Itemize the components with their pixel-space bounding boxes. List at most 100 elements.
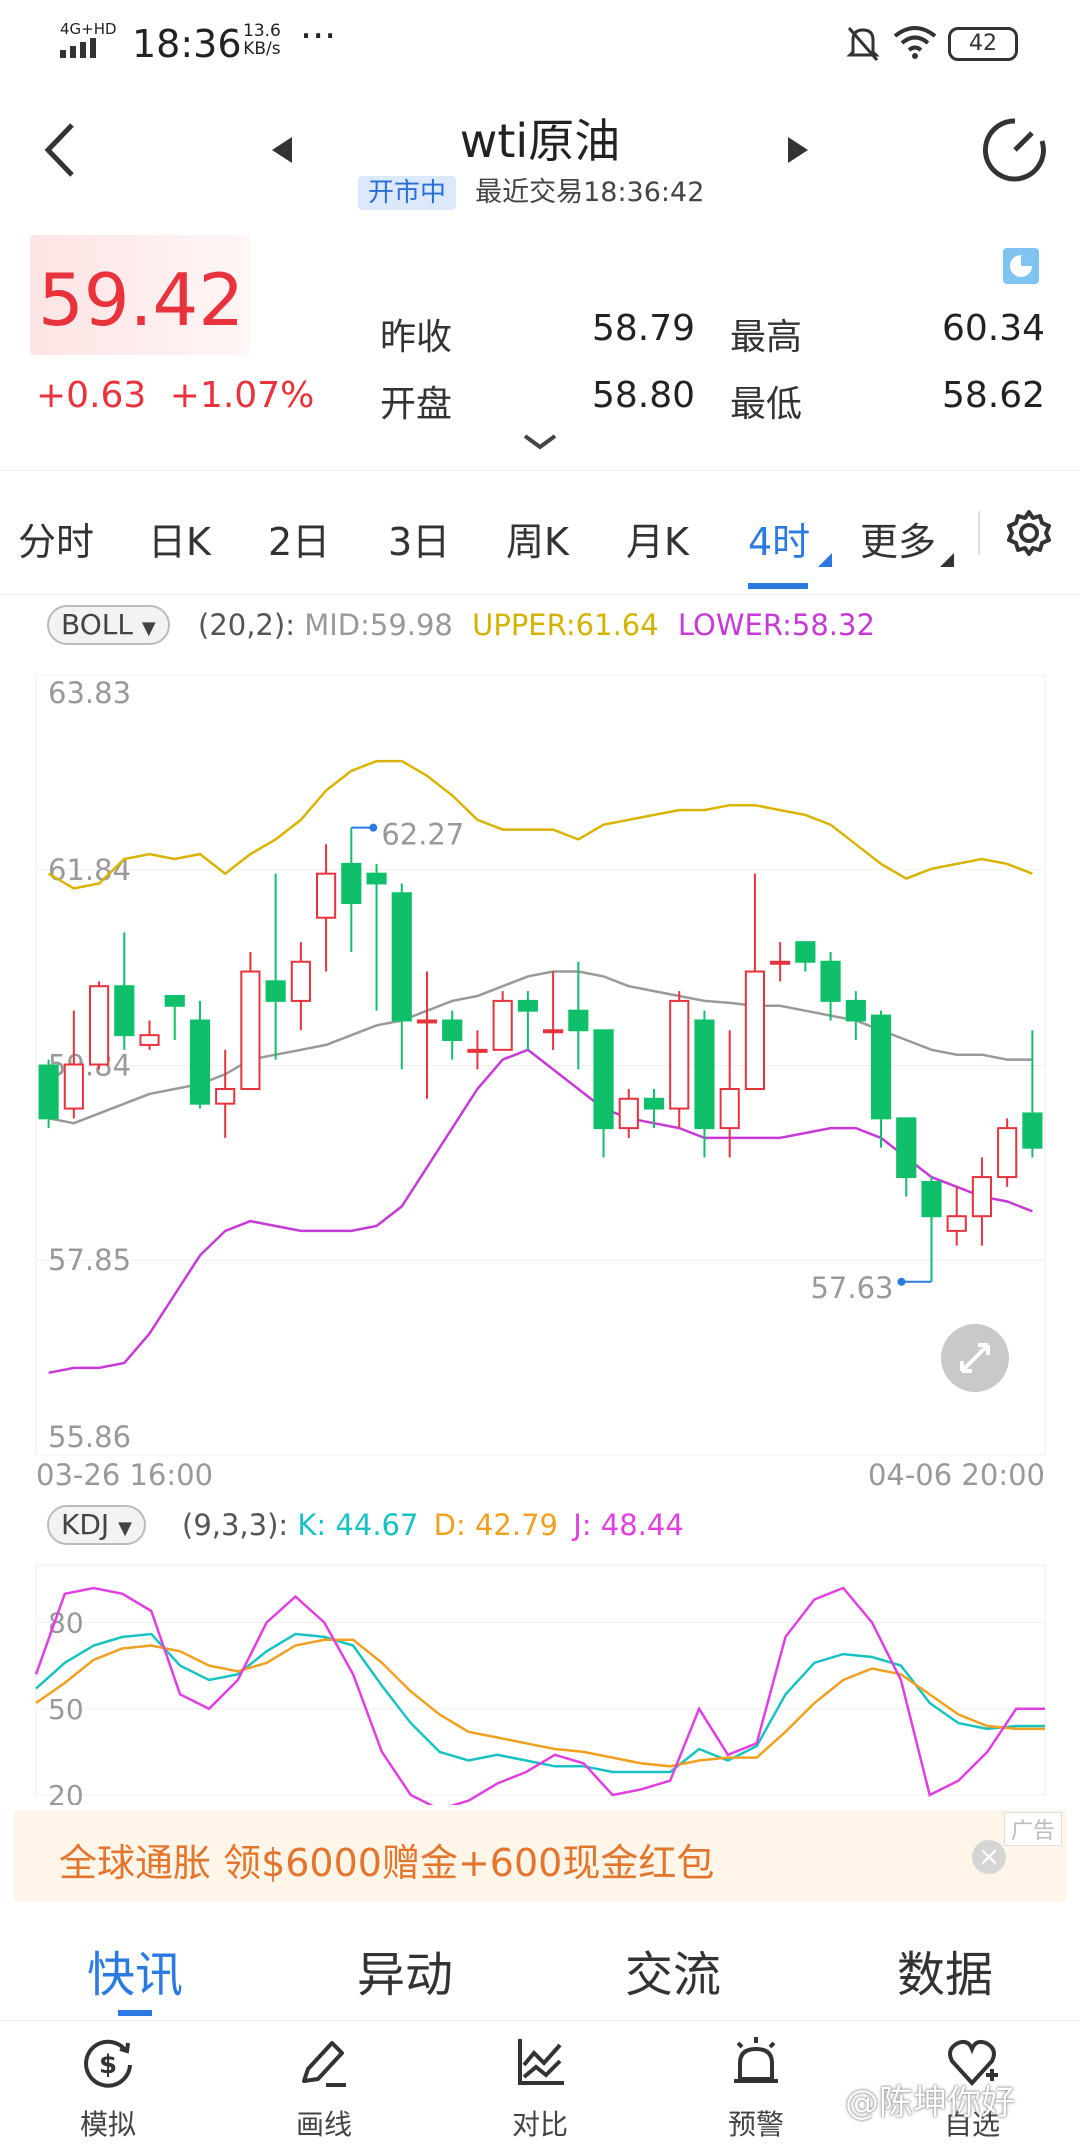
fullscreen-icon[interactable] — [941, 1324, 1009, 1392]
compare-button[interactable]: 对比 — [465, 2035, 615, 2143]
candle — [316, 844, 337, 972]
candle — [618, 1088, 639, 1138]
tab-fenshi[interactable]: 分时 — [18, 511, 94, 566]
tab-month-k[interactable]: 月K — [626, 511, 689, 566]
draw-line-label: 画线 — [295, 2108, 352, 2141]
alert-button[interactable]: 预警 — [681, 2035, 831, 2143]
low-label: 最低 — [730, 384, 803, 425]
kdj-values: (9,3,3): K: 44.67 D: 42.79 J: 48.44 — [182, 1508, 684, 1542]
draw-line-button[interactable]: 画线 — [249, 2035, 399, 2143]
close-icon[interactable]: × — [972, 1840, 1006, 1874]
x-end-label: 04-06 20:00 — [868, 1458, 1045, 1490]
pie-chart-icon[interactable] — [1003, 248, 1039, 284]
compare-label: 对比 — [511, 2108, 568, 2141]
ad-banner[interactable]: 全球通胀 领$6000赠金+600现金红包 × 广告 — [14, 1810, 1066, 1902]
open-label: 开盘 — [380, 384, 453, 425]
high-label: 最高 — [730, 317, 803, 358]
candle-body — [820, 960, 841, 1002]
next-symbol-icon[interactable] — [786, 135, 810, 165]
tab-4hour-dropdown-icon — [818, 553, 832, 567]
kdj-params: (9,3,3): — [182, 1508, 289, 1542]
mute-bell-icon — [846, 27, 880, 61]
last-trade-time: 最近交易18:36:42 — [475, 177, 705, 208]
candle-body — [845, 999, 866, 1022]
kdj-y-tick-label: 50 — [48, 1693, 84, 1726]
x-start-label: 03-26 16:00 — [36, 1458, 213, 1490]
candle — [290, 942, 311, 1031]
tab-news-flash[interactable]: 快讯 — [35, 1935, 235, 2005]
candle — [240, 951, 261, 1090]
candle-body — [442, 1019, 463, 1042]
candlestick-chart[interactable]: 63.8361.8459.8457.8555.8662.2757.6303-26… — [0, 650, 1080, 1490]
kdj-indicator-select[interactable]: KDJ ▼ — [47, 1505, 146, 1545]
candle-body — [618, 1097, 639, 1130]
kdj-j-line — [34, 1586, 1045, 1805]
candle — [593, 1029, 614, 1158]
tab-3day[interactable]: 3日 — [388, 511, 450, 566]
candle-body — [240, 970, 261, 1090]
simulate-button[interactable]: $ 模拟 — [33, 2035, 183, 2143]
refresh-timer-icon[interactable] — [980, 115, 1050, 185]
boll-values: (20,2): MID:59.98 UPPER:61.64 LOWER:58.3… — [198, 608, 875, 642]
alert-label: 预警 — [727, 2108, 784, 2141]
tab-divider — [978, 511, 980, 555]
ad-tag: 广告 — [1003, 1812, 1062, 1846]
candle — [845, 991, 866, 1041]
candle — [997, 1118, 1018, 1187]
candle-body — [946, 1215, 967, 1232]
kdj-chart[interactable]: 805020 — [0, 1555, 1080, 1805]
page-title: wti原油 — [459, 114, 621, 168]
prev-close-value: 58.79 — [591, 308, 695, 349]
signal-icon — [60, 38, 96, 58]
tab-2day[interactable]: 2日 — [268, 511, 330, 566]
boll-indicator-select[interactable]: BOLL ▼ — [47, 605, 170, 645]
title-bar: wti原油 开市中 最近交易18:36:42 — [0, 95, 1080, 215]
y-tick-label: 55.86 — [48, 1420, 131, 1454]
tab-more[interactable]: 更多 — [860, 511, 936, 566]
candle — [492, 991, 513, 1051]
candle-body — [416, 1019, 438, 1024]
candle-body — [694, 1019, 715, 1130]
tab-data[interactable]: 数据 — [845, 1935, 1045, 2005]
kdj-y-tick-label: 20 — [48, 1779, 84, 1805]
candle-body — [391, 892, 412, 1022]
candle — [366, 863, 387, 1011]
tab-day-k[interactable]: 日K — [148, 511, 211, 566]
svg-text:$: $ — [99, 2050, 117, 2080]
boll-mid: MID:59.98 — [304, 608, 453, 642]
tab-movement[interactable]: 异动 — [305, 1935, 505, 2005]
candle — [341, 827, 362, 952]
back-arrow-icon[interactable] — [40, 120, 80, 180]
expand-chevron-icon[interactable] — [523, 434, 557, 450]
candle-body — [870, 1014, 892, 1120]
boll-lower: LOWER:58.32 — [677, 608, 875, 642]
max-price-label: 62.27 — [381, 818, 464, 852]
candle-body — [1022, 1112, 1043, 1149]
tab-discussion[interactable]: 交流 — [573, 1935, 773, 2005]
candle-body — [669, 999, 690, 1110]
kdj-d-line — [35, 1638, 1045, 1768]
candle — [164, 995, 185, 1041]
prev-symbol-icon[interactable] — [270, 135, 294, 165]
candle-body — [316, 872, 337, 919]
compare-chart-icon — [518, 2039, 564, 2085]
tab-week-k[interactable]: 周K — [506, 511, 569, 566]
tab-4hour[interactable]: 4时 — [748, 511, 810, 566]
candle — [517, 991, 538, 1050]
ad-text[interactable]: 全球通胀 领$6000赠金+600现金红包 — [59, 1832, 714, 1887]
candle — [770, 942, 791, 982]
candle — [189, 1000, 211, 1109]
candle — [215, 1049, 236, 1138]
candle — [38, 1059, 59, 1129]
candle-body — [744, 970, 765, 1090]
candle-body — [164, 995, 185, 1007]
y-tick-label: 63.83 — [48, 676, 131, 710]
candle-body — [568, 1009, 589, 1032]
min-marker-dot — [897, 1277, 906, 1286]
gear-icon[interactable] — [1005, 509, 1053, 557]
candle-body — [189, 1019, 211, 1105]
change-percent: +1.07% — [169, 375, 315, 416]
tab-more-dropdown-icon — [940, 553, 954, 567]
pencil-icon — [302, 2041, 346, 2087]
chevron-down-icon: ▼ — [141, 618, 156, 639]
